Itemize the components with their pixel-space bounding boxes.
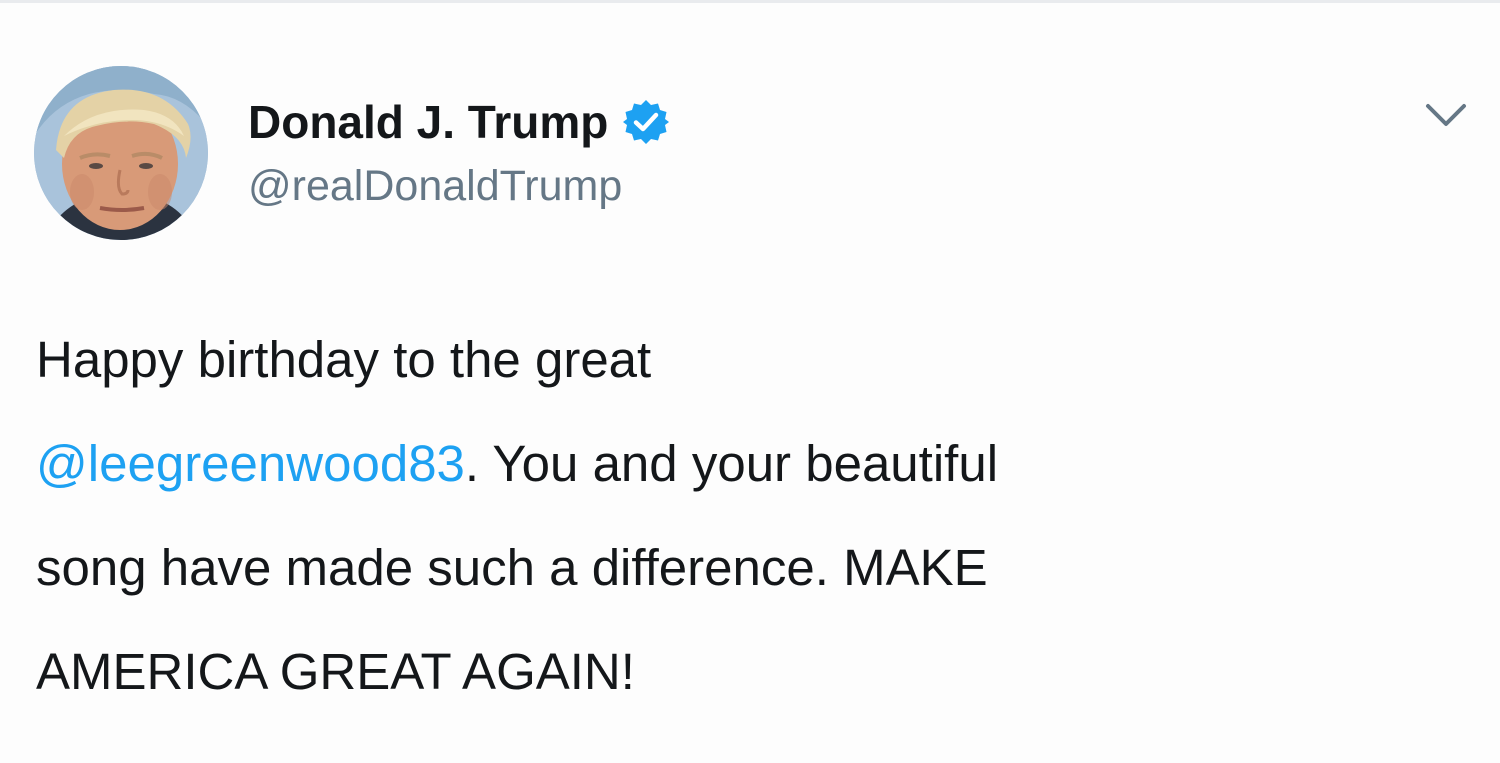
tweet-text-segment: . You and your beautiful — [464, 435, 999, 492]
tweet-text-line: @leegreenwood83. You and your beautiful — [36, 412, 1456, 516]
tweet-text-line: song have made such a difference. MAKE — [36, 539, 988, 596]
top-divider — [0, 0, 1500, 3]
author-name-row: Donald J. Trump — [248, 90, 670, 154]
tweet-text: Happy birthday to the great @leegreenwoo… — [36, 308, 1456, 724]
username-handle[interactable]: @realDonaldTrump — [248, 162, 622, 211]
verified-badge-icon — [622, 98, 670, 146]
avatar[interactable] — [34, 66, 208, 240]
display-name[interactable]: Donald J. Trump — [248, 95, 608, 149]
chevron-down-icon[interactable] — [1422, 100, 1470, 132]
tweet-text-line: Happy birthday to the great — [36, 331, 652, 388]
mention-link[interactable]: @leegreenwood83 — [36, 435, 465, 492]
profile-photo — [34, 66, 208, 240]
tweet-text-line: AMERICA GREAT AGAIN! — [36, 643, 635, 700]
tweet-card: Donald J. Trump @realDonaldTrump Happy b… — [0, 0, 1500, 763]
